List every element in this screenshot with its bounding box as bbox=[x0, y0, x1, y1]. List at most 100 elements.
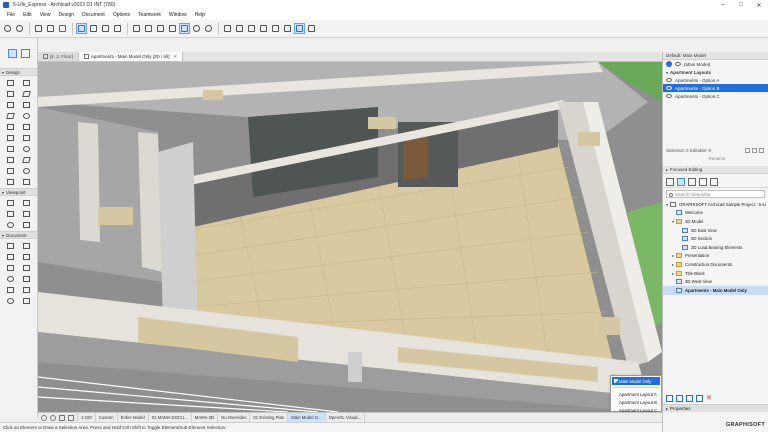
quick-option-popup[interactable]: 1:100 bbox=[78, 412, 96, 423]
layouts-icon[interactable] bbox=[294, 23, 305, 34]
frame-tool-icon[interactable] bbox=[19, 177, 35, 186]
stair-tool-icon[interactable] bbox=[3, 100, 19, 109]
eye-icon[interactable] bbox=[675, 62, 681, 66]
render-icon[interactable] bbox=[246, 23, 257, 34]
add-option-icon[interactable] bbox=[745, 147, 750, 153]
special-snap-icon[interactable] bbox=[112, 23, 123, 34]
menu-teamwork[interactable]: Teamwork bbox=[134, 12, 165, 18]
figure-tool-icon[interactable] bbox=[19, 285, 35, 294]
quick-option-popup[interactable]: Main Model O... bbox=[288, 412, 326, 423]
arc-tool-icon[interactable] bbox=[3, 274, 19, 283]
railing-tool-icon[interactable] bbox=[19, 100, 35, 109]
3d-model-render[interactable] bbox=[38, 62, 662, 412]
suspend-groups-icon[interactable] bbox=[155, 23, 166, 34]
maximize-button[interactable]: □ bbox=[732, 0, 750, 10]
eye-icon[interactable] bbox=[666, 78, 672, 82]
trace-icon[interactable] bbox=[167, 23, 178, 34]
arrow-tool-icon[interactable] bbox=[7, 48, 17, 58]
eye-icon[interactable] bbox=[666, 94, 672, 98]
menu-view[interactable]: View bbox=[36, 12, 55, 18]
menu-document[interactable]: Document bbox=[78, 12, 109, 18]
zone-tool-icon[interactable] bbox=[3, 155, 19, 164]
text-tool-icon[interactable] bbox=[3, 252, 19, 261]
elevation-icon[interactable] bbox=[282, 23, 293, 34]
view-map-item[interactable]: 3D East View bbox=[663, 226, 768, 235]
polyline-tool-icon[interactable] bbox=[19, 274, 35, 283]
section-icon[interactable] bbox=[270, 23, 281, 34]
level-dimension-tool-icon[interactable] bbox=[19, 241, 35, 250]
properties-header[interactable]: ▸ Properties bbox=[663, 404, 768, 412]
undo-icon[interactable] bbox=[2, 23, 13, 34]
view-map-item[interactable]: ▸ Construction Documents bbox=[663, 260, 768, 269]
popup-option-layout-b[interactable]: Apartment Layout B bbox=[611, 398, 661, 406]
section-tool-icon[interactable] bbox=[3, 198, 19, 207]
menu-design[interactable]: Design bbox=[54, 12, 78, 18]
marquee-tool-icon[interactable] bbox=[20, 48, 30, 58]
view-map-icon[interactable] bbox=[677, 178, 685, 186]
door-tool-icon[interactable] bbox=[19, 122, 35, 131]
layout-option-c[interactable]: Apartments - Option C bbox=[663, 92, 768, 100]
quick-option-popup[interactable]: Entire Model bbox=[118, 412, 149, 423]
pick-up-icon[interactable] bbox=[33, 23, 44, 34]
layout-option-a[interactable]: Apartments - Option A bbox=[663, 76, 768, 84]
fit-in-window-icon[interactable] bbox=[59, 414, 65, 421]
window-tool-icon[interactable] bbox=[3, 133, 19, 142]
layout-book-icon[interactable] bbox=[688, 178, 696, 186]
view-map-item[interactable]: Apartments - Main Model Only bbox=[663, 285, 768, 295]
dimension-tool-icon[interactable] bbox=[3, 241, 19, 250]
redo-icon[interactable] bbox=[14, 23, 25, 34]
layout-option-b[interactable]: Apartments - Option B bbox=[663, 84, 768, 92]
close-tab-icon[interactable]: ✕ bbox=[174, 54, 178, 60]
settings-icon[interactable] bbox=[696, 394, 703, 402]
cursor-snap-icon[interactable] bbox=[76, 23, 87, 34]
quick-option-popup[interactable]: 01 Existing Plan bbox=[250, 412, 289, 423]
detail-tool-icon[interactable] bbox=[3, 220, 19, 229]
snap-guides-icon[interactable] bbox=[100, 23, 111, 34]
main-model-row[interactable]: (Main Model) bbox=[663, 60, 768, 68]
view-map-item[interactable]: ▸ Presentation bbox=[663, 252, 768, 261]
quick-option-popup[interactable]: 01 MAMA DOCU... bbox=[149, 412, 192, 423]
project-map-icon[interactable] bbox=[666, 178, 674, 186]
3d-viewport[interactable] bbox=[38, 62, 662, 412]
view-map-item[interactable]: 3D Load Bearing Elements bbox=[663, 243, 768, 252]
toolbox-group-viewpoint[interactable]: ▾ Viewpoint bbox=[0, 188, 37, 196]
view-map-item[interactable]: ▾ GRAPHISOFT Archicad Sample Project - 5-… bbox=[663, 200, 768, 209]
elevation-tool-icon[interactable] bbox=[19, 198, 35, 207]
inject-icon[interactable] bbox=[45, 23, 56, 34]
shell-tool-icon[interactable] bbox=[19, 111, 35, 120]
view-map-item[interactable]: 3D West View bbox=[663, 277, 768, 286]
fill-tool-icon[interactable] bbox=[3, 263, 19, 272]
magic-wand-icon[interactable] bbox=[57, 23, 68, 34]
duplicate-option-icon[interactable] bbox=[752, 147, 757, 153]
organizer-icon[interactable] bbox=[710, 178, 718, 186]
delete-option-icon[interactable] bbox=[759, 147, 764, 153]
previous-view-icon[interactable] bbox=[68, 414, 74, 421]
save-view-icon[interactable] bbox=[676, 394, 683, 402]
tab-3d-view[interactable]: Apartments - Main Model Only [3D / All] … bbox=[78, 52, 184, 61]
interior-elevation-tool-icon[interactable] bbox=[3, 209, 19, 218]
publisher-sets-icon[interactable] bbox=[699, 178, 707, 186]
drawing-tool-icon[interactable] bbox=[3, 285, 19, 294]
teamwork-icon[interactable] bbox=[306, 23, 317, 34]
menu-help[interactable]: Help bbox=[191, 12, 209, 18]
eye-icon[interactable] bbox=[666, 86, 672, 90]
focused-editing-header[interactable]: ▸ Focused Editing bbox=[663, 166, 768, 174]
quick-option-popup[interactable]: OpenGL Visual... bbox=[326, 412, 366, 423]
zoom-in-icon[interactable] bbox=[41, 414, 47, 421]
quick-option-popup[interactable]: MAMA 3D bbox=[192, 412, 219, 423]
relative-construction-icon[interactable] bbox=[143, 23, 154, 34]
new-folder-icon[interactable] bbox=[666, 394, 673, 402]
close-button[interactable]: ✕ bbox=[750, 0, 768, 10]
menu-edit[interactable]: Edit bbox=[19, 12, 36, 18]
curtain-wall-tool-icon[interactable] bbox=[3, 122, 19, 131]
grid-snap-icon[interactable] bbox=[131, 23, 142, 34]
object-tool-icon[interactable] bbox=[19, 144, 35, 153]
orbit-icon[interactable] bbox=[191, 23, 202, 34]
slab-tool-icon[interactable] bbox=[19, 89, 35, 98]
wall-tool-icon[interactable] bbox=[3, 78, 19, 87]
view-map-item[interactable]: ▾ 3D Model bbox=[663, 217, 768, 226]
view-map-search-input[interactable]: Search View Map bbox=[666, 190, 765, 198]
toolbox-group-design[interactable]: ▾ Design bbox=[0, 68, 37, 76]
3d-window-icon[interactable] bbox=[179, 23, 190, 34]
popup-option-layout-a[interactable]: Apartment Layout A bbox=[611, 390, 661, 398]
